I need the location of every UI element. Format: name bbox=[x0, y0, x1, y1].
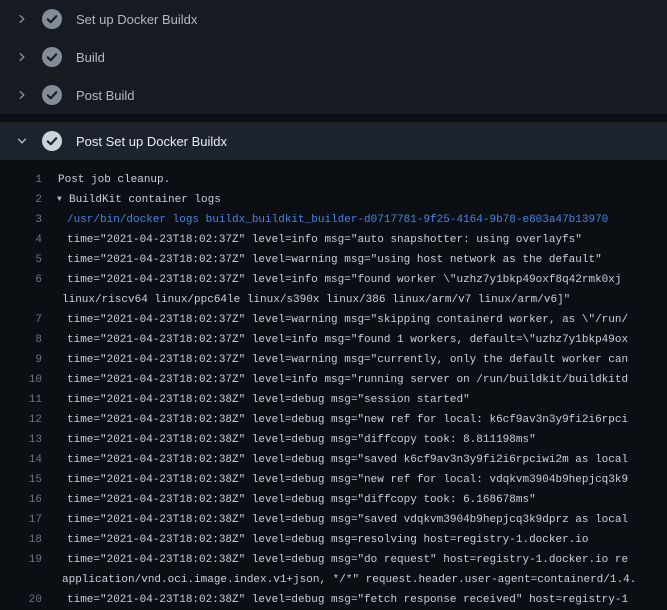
log-line-group-header: 2▼BuildKit container logs bbox=[0, 190, 667, 210]
log-line: 16time="2021-04-23T18:02:38Z" level=debu… bbox=[0, 490, 667, 510]
log-line: 6time="2021-04-23T18:02:37Z" level=info … bbox=[0, 270, 667, 290]
step-label: Post Set up Docker Buildx bbox=[76, 134, 227, 149]
chevron-right-icon bbox=[14, 49, 30, 65]
log-line-number[interactable]: 17 bbox=[0, 510, 42, 530]
log-line-number[interactable]: 13 bbox=[0, 430, 42, 450]
log-line: 7time="2021-04-23T18:02:37Z" level=warni… bbox=[0, 310, 667, 330]
log-line-text: time="2021-04-23T18:02:38Z" level=debug … bbox=[42, 530, 589, 550]
log-group-toggle[interactable]: ▼BuildKit container logs bbox=[42, 190, 221, 210]
log-line-text: time="2021-04-23T18:02:38Z" level=debug … bbox=[42, 450, 628, 470]
log-line-number[interactable]: 15 bbox=[0, 470, 42, 490]
log-line-text: time="2021-04-23T18:02:37Z" level=info m… bbox=[42, 330, 628, 350]
log-line-text: time="2021-04-23T18:02:37Z" level=warnin… bbox=[42, 350, 628, 370]
log-line-wrap: application/vnd.oci.image.index.v1+json,… bbox=[0, 570, 667, 590]
log-line: 3/usr/bin/docker logs buildx_buildkit_bu… bbox=[0, 210, 667, 230]
check-circle-icon bbox=[42, 9, 62, 29]
log-line-number[interactable]: 3 bbox=[0, 210, 42, 230]
step-row-post-set-up-docker-buildx[interactable]: Post Set up Docker Buildx bbox=[0, 122, 667, 160]
triangle-down-icon: ▼ bbox=[57, 190, 69, 210]
log-line-text: linux/riscv64 linux/ppc64le linux/s390x … bbox=[42, 290, 570, 310]
log-line-number[interactable]: 8 bbox=[0, 330, 42, 350]
log-line-number[interactable]: 2 bbox=[0, 190, 42, 210]
log-line-text: time="2021-04-23T18:02:38Z" level=debug … bbox=[42, 590, 628, 610]
log-line-text: time="2021-04-23T18:02:38Z" level=debug … bbox=[42, 470, 628, 490]
log-line-text: time="2021-04-23T18:02:38Z" level=debug … bbox=[42, 410, 628, 430]
log-line: 17time="2021-04-23T18:02:38Z" level=debu… bbox=[0, 510, 667, 530]
log-line: 11time="2021-04-23T18:02:38Z" level=debu… bbox=[0, 390, 667, 410]
log-line-text: time="2021-04-23T18:02:38Z" level=debug … bbox=[42, 550, 628, 570]
log-line-text: application/vnd.oci.image.index.v1+json,… bbox=[42, 570, 636, 590]
step-row-post-build[interactable]: Post Build bbox=[0, 76, 667, 114]
log-line: 13time="2021-04-23T18:02:38Z" level=debu… bbox=[0, 430, 667, 450]
log-line-number[interactable]: 4 bbox=[0, 230, 42, 250]
log-line: 12time="2021-04-23T18:02:38Z" level=debu… bbox=[0, 410, 667, 430]
log-line-number[interactable]: 20 bbox=[0, 590, 42, 610]
log-line: 10time="2021-04-23T18:02:37Z" level=info… bbox=[0, 370, 667, 390]
log-line-number[interactable]: 5 bbox=[0, 250, 42, 270]
log-line: 15time="2021-04-23T18:02:38Z" level=debu… bbox=[0, 470, 667, 490]
log-line-text: Post job cleanup. bbox=[42, 170, 170, 190]
log-line: 5time="2021-04-23T18:02:37Z" level=warni… bbox=[0, 250, 667, 270]
log-line-number[interactable]: 18 bbox=[0, 530, 42, 550]
log-line-text: time="2021-04-23T18:02:37Z" level=warnin… bbox=[42, 310, 628, 330]
log-line-wrap: linux/riscv64 linux/ppc64le linux/s390x … bbox=[0, 290, 667, 310]
log-line-text: time="2021-04-23T18:02:37Z" level=info m… bbox=[42, 270, 622, 290]
log-command-text: /usr/bin/docker logs buildx_buildkit_bui… bbox=[42, 210, 608, 230]
check-circle-icon bbox=[42, 47, 62, 67]
step-label: Build bbox=[76, 50, 105, 65]
step-row-build[interactable]: Build bbox=[0, 38, 667, 76]
chevron-down-icon bbox=[14, 133, 30, 149]
chevron-right-icon bbox=[14, 87, 30, 103]
step-row-set-up-docker-buildx[interactable]: Set up Docker Buildx bbox=[0, 0, 667, 38]
log-line: 20time="2021-04-23T18:02:38Z" level=debu… bbox=[0, 590, 667, 610]
log-line: 4time="2021-04-23T18:02:37Z" level=info … bbox=[0, 230, 667, 250]
steps-list: Set up Docker Buildx Build Post Build bbox=[0, 0, 667, 114]
log-line: 1Post job cleanup. bbox=[0, 170, 667, 190]
log-line-number[interactable]: 9 bbox=[0, 350, 42, 370]
log-line-text: time="2021-04-23T18:02:38Z" level=debug … bbox=[42, 430, 536, 450]
log-line-number[interactable]: 10 bbox=[0, 370, 42, 390]
check-circle-icon bbox=[42, 131, 62, 151]
log-line-text: time="2021-04-23T18:02:38Z" level=debug … bbox=[42, 390, 470, 410]
log-line: 8time="2021-04-23T18:02:37Z" level=info … bbox=[0, 330, 667, 350]
check-circle-icon bbox=[42, 85, 62, 105]
log-line-text: time="2021-04-23T18:02:37Z" level=info m… bbox=[42, 230, 582, 250]
log-line-number[interactable]: 1 bbox=[0, 170, 42, 190]
log-line: 9time="2021-04-23T18:02:37Z" level=warni… bbox=[0, 350, 667, 370]
log-line-text: time="2021-04-23T18:02:37Z" level=info m… bbox=[42, 370, 628, 390]
log-line-number[interactable]: 14 bbox=[0, 450, 42, 470]
log-line-text: time="2021-04-23T18:02:38Z" level=debug … bbox=[42, 510, 628, 530]
log-line: 19time="2021-04-23T18:02:38Z" level=debu… bbox=[0, 550, 667, 570]
log-line-text: time="2021-04-23T18:02:37Z" level=warnin… bbox=[42, 250, 602, 270]
log-line: 14time="2021-04-23T18:02:38Z" level=debu… bbox=[0, 450, 667, 470]
log-line-number[interactable]: 11 bbox=[0, 390, 42, 410]
log-line-number[interactable]: 16 bbox=[0, 490, 42, 510]
log-line-number[interactable]: 12 bbox=[0, 410, 42, 430]
log-line-number[interactable]: 19 bbox=[0, 550, 42, 570]
chevron-right-icon bbox=[14, 11, 30, 27]
step-label: Set up Docker Buildx bbox=[76, 12, 197, 27]
log-line-text: time="2021-04-23T18:02:38Z" level=debug … bbox=[42, 490, 536, 510]
log-group-title: BuildKit container logs bbox=[69, 194, 221, 206]
step-label: Post Build bbox=[76, 88, 135, 103]
log-line-number[interactable]: 7 bbox=[0, 310, 42, 330]
log-line-number[interactable]: 6 bbox=[0, 270, 42, 290]
log-line: 18time="2021-04-23T18:02:38Z" level=debu… bbox=[0, 530, 667, 550]
log-viewer: 1Post job cleanup. 2▼BuildKit container … bbox=[0, 160, 667, 610]
